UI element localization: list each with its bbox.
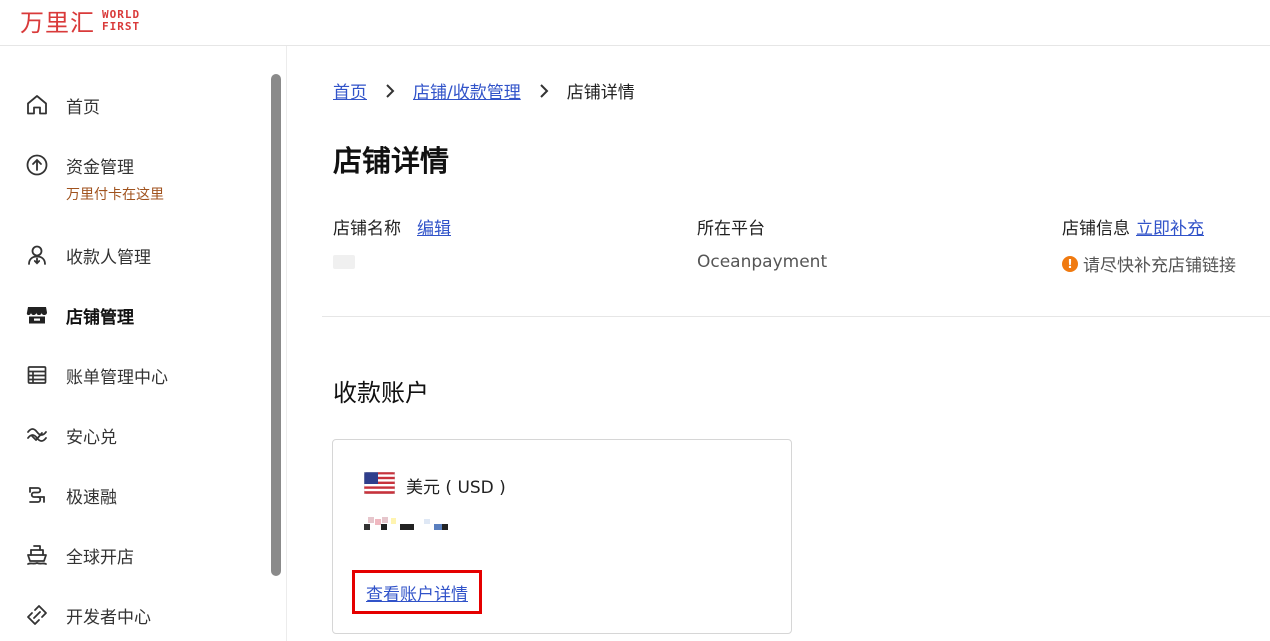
us-flag-icon: [363, 471, 396, 498]
edit-store-name-link[interactable]: 编辑: [417, 219, 451, 239]
sidebar-item-label: 安心兑: [66, 427, 117, 448]
home-icon: [24, 92, 50, 118]
breadcrumb-store-mgmt-link[interactable]: 店铺/收款管理: [413, 78, 521, 103]
store-icon: [24, 302, 50, 328]
section-divider: [322, 316, 1270, 317]
breadcrumb-current: 店铺详情: [566, 83, 635, 103]
sidebar-item-stores[interactable]: 店铺管理: [24, 300, 134, 330]
view-account-details-link[interactable]: 查看账户详情: [366, 580, 468, 605]
store-name-value-masked: [333, 255, 355, 269]
account-card: 美元 ( USD ) 查看账户详情: [332, 439, 792, 634]
worldfirst-logo[interactable]: 万里汇 WORLD FIRST: [20, 3, 140, 38]
breadcrumb-home-link[interactable]: 首页: [333, 78, 367, 103]
warning-icon: !: [1062, 255, 1078, 272]
finance-icon: [24, 482, 50, 508]
store-info-field: 店铺信息 立即补充: [1062, 214, 1204, 239]
store-info-label: 店铺信息: [1062, 219, 1130, 239]
sidebar-item-label: 店铺管理: [66, 307, 134, 328]
top-header: 万里汇 WORLD FIRST: [0, 0, 1270, 46]
sidebar-item-exchange[interactable]: 安心兑: [24, 420, 117, 450]
store-link-warning: ! 请尽快补充店铺链接: [1062, 251, 1236, 276]
sidebar-item-label: 收款人管理: [66, 247, 151, 268]
logo-en-text: WORLD FIRST: [102, 7, 141, 33]
account-number-masked: [364, 515, 464, 533]
page-title: 店铺详情: [333, 144, 450, 178]
store-name-field: 店铺名称 编辑: [333, 214, 451, 239]
ship-icon: [24, 542, 50, 568]
sidebar-item-label: 资金管理: [66, 157, 134, 178]
sidebar-item-financing[interactable]: 极速融: [24, 480, 117, 510]
sidebar-item-payees[interactable]: 收款人管理: [24, 240, 151, 270]
sidebar-item-funds-hint[interactable]: 万里付卡在这里: [66, 184, 164, 204]
upload-circle-icon: [24, 152, 50, 178]
sidebar-item-label: 开发者中心: [66, 607, 151, 628]
sidebar-item-developer[interactable]: 开发者中心: [24, 600, 151, 630]
chevron-right-icon: [384, 83, 396, 99]
chevron-right-icon: [538, 83, 550, 99]
sidebar-item-label: 全球开店: [66, 547, 134, 568]
sidebar-scrollbar-thumb[interactable]: [271, 74, 281, 576]
logo-cn-text: 万里汇: [20, 9, 95, 37]
bill-table-icon: [24, 362, 50, 388]
sidebar-item-home[interactable]: 首页: [24, 90, 100, 120]
platform-value: Oceanpayment: [697, 252, 828, 272]
sidebar-item-label: 账单管理中心: [66, 367, 168, 388]
platform-label: 所在平台: [697, 219, 765, 239]
sidebar-item-label: 极速融: [66, 487, 117, 508]
exchange-icon: [24, 422, 50, 448]
sidebar-item-global-store[interactable]: 全球开店: [24, 540, 134, 570]
currency-name: 美元 ( USD ): [406, 477, 506, 498]
sidebar-item-label: 首页: [66, 97, 100, 118]
store-name-label: 店铺名称: [333, 219, 401, 239]
developer-icon: [24, 602, 50, 628]
highlight-box: 查看账户详情: [352, 570, 482, 614]
sidebar-item-bills[interactable]: 账单管理中心: [24, 360, 168, 390]
breadcrumb: 首页 店铺/收款管理 店铺详情: [333, 78, 635, 103]
sidebar-item-funds[interactable]: 资金管理: [24, 150, 134, 180]
sidebar: 首页 资金管理 万里付卡在这里 收款人管理 店铺管理 账单管理中心 安心兑 极速…: [0, 46, 287, 641]
supplement-now-link[interactable]: 立即补充: [1136, 219, 1204, 239]
payee-icon: [24, 242, 50, 268]
currency-row: 美元 ( USD ): [363, 471, 506, 498]
warning-text: 请尽快补充店铺链接: [1083, 256, 1236, 276]
accounts-section-title: 收款账户: [333, 379, 429, 407]
